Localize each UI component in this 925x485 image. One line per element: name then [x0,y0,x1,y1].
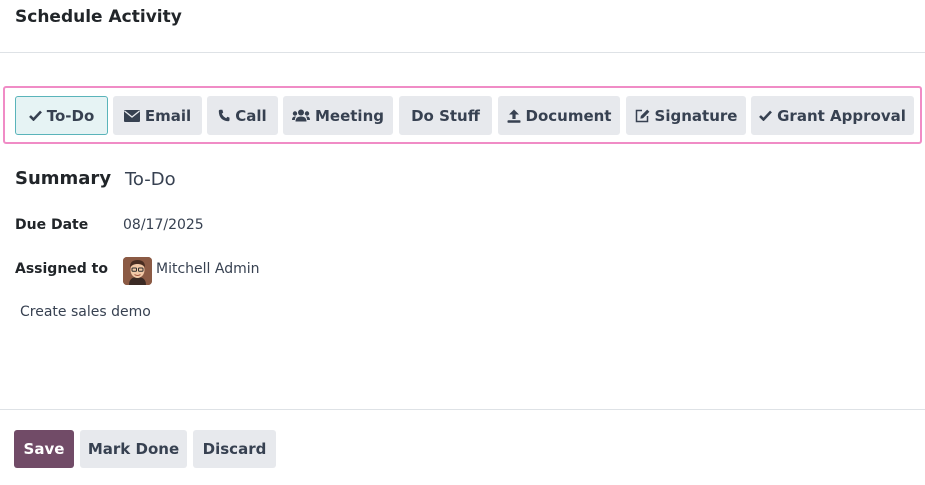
note-field[interactable]: Create sales demo [20,304,151,320]
save-button[interactable]: Save [14,430,74,468]
dialog-title: Schedule Activity [15,7,182,27]
activity-type-label: Call [235,106,267,125]
activity-type-call-button[interactable]: Call [207,96,278,135]
activity-type-label: To-Do [46,106,95,125]
activity-type-label: Meeting [314,106,384,125]
check-icon [28,110,42,121]
mark-done-button[interactable]: Mark Done [80,430,187,468]
assigned-to-label: Assigned to [15,261,108,277]
activity-type-signature-button[interactable]: Signature [626,96,746,135]
activity-type-do-stuff-button[interactable]: Do Stuff [399,96,492,135]
activity-type-label: Grant Approval [777,106,906,125]
envelope-icon [123,109,140,122]
pencil-square-icon [635,109,650,123]
activity-type-label: Signature [654,106,738,125]
schedule-activity-dialog: Schedule Activity To-Do Email Call Meeti… [0,0,925,485]
activity-type-grant-approval-button[interactable]: Grant Approval [751,96,914,135]
summary-input[interactable]: To-Do [125,169,176,190]
due-date-label: Due Date [15,217,89,233]
due-date-input[interactable]: 08/17/2025 [123,217,204,233]
activity-type-label: Do Stuff [411,106,480,125]
activity-type-email-button[interactable]: Email [113,96,202,135]
dialog-footer: Save Mark Done Discard [0,409,925,485]
dialog-header: Schedule Activity [0,0,925,53]
discard-button[interactable]: Discard [193,430,276,468]
check-icon [759,110,773,121]
avatar [123,257,152,285]
activity-type-selector: To-Do Email Call Meeting Do Stuff Docume… [3,86,922,144]
activity-type-label: Email [144,106,192,125]
summary-label: Summary [15,168,112,189]
phone-icon [218,109,230,122]
activity-type-label: Document [525,106,612,125]
activity-type-meeting-button[interactable]: Meeting [283,96,393,135]
activity-type-document-button[interactable]: Document [498,96,620,135]
users-icon [291,109,310,122]
assigned-to-input[interactable]: Mitchell Admin [156,261,260,277]
upload-icon [507,109,521,123]
activity-type-todo-button[interactable]: To-Do [15,96,108,135]
